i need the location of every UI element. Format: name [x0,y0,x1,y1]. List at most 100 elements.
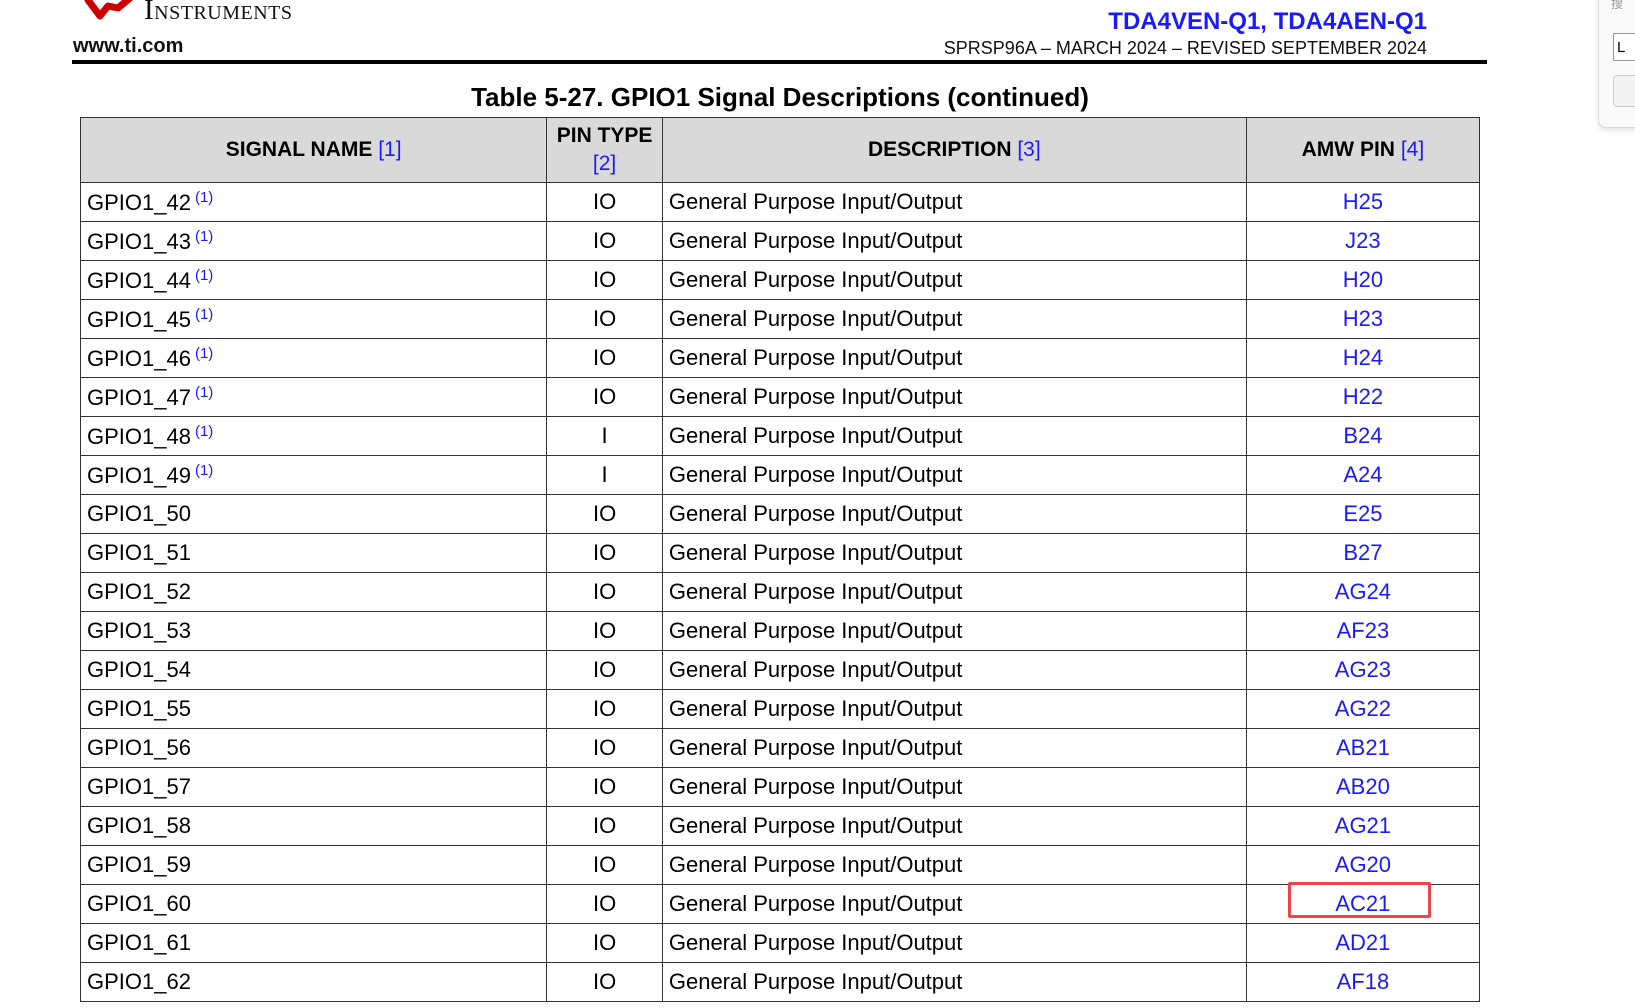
amw-pin-link[interactable]: H22 [1245,377,1481,417]
amw-pin-link[interactable]: B27 [1245,533,1481,573]
amw-pin-link[interactable]: H20 [1245,260,1481,300]
amw-pin-link[interactable]: AG24 [1245,572,1481,612]
footnote-link[interactable]: (1) [195,384,213,401]
signal-name: GPIO1_50 [87,501,191,526]
signal-name: GPIO1_49 [87,462,191,488]
side-search-input[interactable]: L [1613,33,1635,61]
header-pin-type-ref-link[interactable]: [2] [593,152,616,175]
signal-name-cell: GPIO1_52 [79,572,548,612]
signal-name-cell: GPIO1_61 [79,923,548,963]
amw-pin-link[interactable]: H23 [1245,299,1481,339]
header-divider [72,60,1487,64]
amw-pin-link[interactable]: H24 [1245,338,1481,378]
signal-name: GPIO1_45 [87,306,191,332]
signal-name: GPIO1_43 [87,228,191,254]
header-description: DESCRIPTION [3] [661,117,1247,183]
amw-pin-link[interactable]: AG22 [1245,689,1481,729]
side-search-button[interactable] [1613,75,1635,107]
signal-name: GPIO1_57 [87,774,191,799]
signal-name: GPIO1_60 [87,891,191,916]
description-cell: General Purpose Input/Output [661,338,1247,378]
pin-type-cell: IO [546,806,663,846]
description-cell: General Purpose Input/Output [661,923,1247,963]
header-description-ref-link[interactable]: [3] [1017,138,1040,161]
signal-name: GPIO1_44 [87,267,191,293]
pin-type-cell: I [546,416,663,456]
signal-name-cell: GPIO1_49 (1) [79,455,548,495]
signal-name-cell: GPIO1_47 (1) [79,377,548,417]
amw-pin-link[interactable]: J23 [1245,221,1481,261]
footnote-link[interactable]: (1) [195,228,213,245]
header-amw-pin: AMW PIN [4] [1245,117,1481,183]
amw-pin-link[interactable]: AB20 [1245,767,1481,807]
amw-pin-link[interactable]: AG21 [1245,806,1481,846]
table-row: GPIO1_61 IO General Purpose Input/Output AD… [79,923,1481,963]
signal-name: GPIO1_58 [87,813,191,838]
pin-type-cell: IO [546,533,663,573]
footnote-link[interactable]: (1) [195,462,213,479]
pin-type-cell: I [546,455,663,495]
pin-type-cell: IO [546,611,663,651]
signal-name-cell: GPIO1_59 [79,845,548,885]
table-row: GPIO1_44 (1) IO General Purpose Input/Outpu… [79,260,1481,300]
document-title[interactable]: TDA4VEN-Q1, TDA4AEN-Q1 [1108,8,1427,36]
footnote-link[interactable]: (1) [195,423,213,440]
ti-logo-icon [84,0,133,20]
footnote-link[interactable]: (1) [195,345,213,362]
header-signal-name: SIGNAL NAME [1] [79,117,548,183]
amw-pin-link[interactable]: B24 [1245,416,1481,456]
amw-pin-link[interactable]: H25 [1245,182,1481,222]
header-signal-name-label: SIGNAL NAME [225,138,373,161]
pin-type-cell: IO [546,494,663,534]
amw-pin-link[interactable]: AF23 [1245,611,1481,651]
table-row: GPIO1_49 (1) I General Purpose Input/Output… [79,455,1481,495]
ti-logo: Instruments [70,0,350,34]
signal-name-cell: GPIO1_43 (1) [79,221,548,261]
description-cell: General Purpose Input/Output [661,611,1247,651]
table-row: GPIO1_54 IO General Purpose Input/Output AG… [79,650,1481,690]
amw-pin-link[interactable]: E25 [1245,494,1481,534]
header-description-label: DESCRIPTION [867,138,1012,161]
signal-name: GPIO1_46 [87,345,191,371]
amw-pin-link[interactable]: AG20 [1245,845,1481,885]
footnote-link[interactable]: (1) [195,306,213,323]
table-row: GPIO1_51 IO General Purpose Input/Output B2… [79,533,1481,573]
header-signal-name-ref-link[interactable]: [1] [378,138,401,161]
table-row: GPIO1_47 (1) IO General Purpose Input/Outpu… [79,377,1481,417]
header-pin-type-label: PIN TYPE [556,124,653,147]
table-row: GPIO1_57 IO General Purpose Input/Output AB… [79,767,1481,807]
pin-type-cell: IO [546,689,663,729]
signal-name-cell: GPIO1_46 (1) [79,338,548,378]
amw-pin-link[interactable]: AD21 [1245,923,1481,963]
pin-type-cell: IO [546,728,663,768]
table-row: GPIO1_59 IO General Purpose Input/Output AG… [79,845,1481,885]
amw-pin-link[interactable]: AG23 [1245,650,1481,690]
gpio-signal-table: SIGNAL NAME [1] PIN TYPE [2] DESCRIPTION… [79,117,1481,1002]
pin-type-cell: IO [546,845,663,885]
table-row: GPIO1_46 (1) IO General Purpose Input/Outpu… [79,338,1481,378]
table-row: GPIO1_42 (1) IO General Purpose Input/Outpu… [79,182,1481,222]
signal-name: GPIO1_53 [87,618,191,643]
footnote-link[interactable]: (1) [195,189,213,206]
pin-type-cell: IO [546,767,663,807]
footnote-link[interactable]: (1) [195,267,213,284]
signal-name-cell: GPIO1_55 [79,689,548,729]
table-row: GPIO1_55 IO General Purpose Input/Output AG… [79,689,1481,729]
amw-pin-link[interactable]: AB21 [1245,728,1481,768]
site-url[interactable]: www.ti.com [73,35,183,58]
signal-name-cell: GPIO1_60 [79,884,548,924]
pin-type-cell: IO [546,923,663,963]
amw-pin-link[interactable]: AF18 [1245,962,1481,1002]
signal-name: GPIO1_59 [87,852,191,877]
table-row: GPIO1_50 IO General Purpose Input/Output E2… [79,494,1481,534]
signal-name: GPIO1_51 [87,540,191,565]
description-cell: General Purpose Input/Output [661,884,1247,924]
description-cell: General Purpose Input/Output [661,221,1247,261]
description-cell: General Purpose Input/Output [661,533,1247,573]
signal-name-cell: GPIO1_53 [79,611,548,651]
side-search-panel: 搜 L [1598,0,1635,128]
signal-name-cell: GPIO1_62 [79,962,548,1002]
header-amw-pin-ref-link[interactable]: [4] [1401,138,1424,161]
amw-pin-link[interactable]: A24 [1245,455,1481,495]
description-cell: General Purpose Input/Output [661,299,1247,339]
